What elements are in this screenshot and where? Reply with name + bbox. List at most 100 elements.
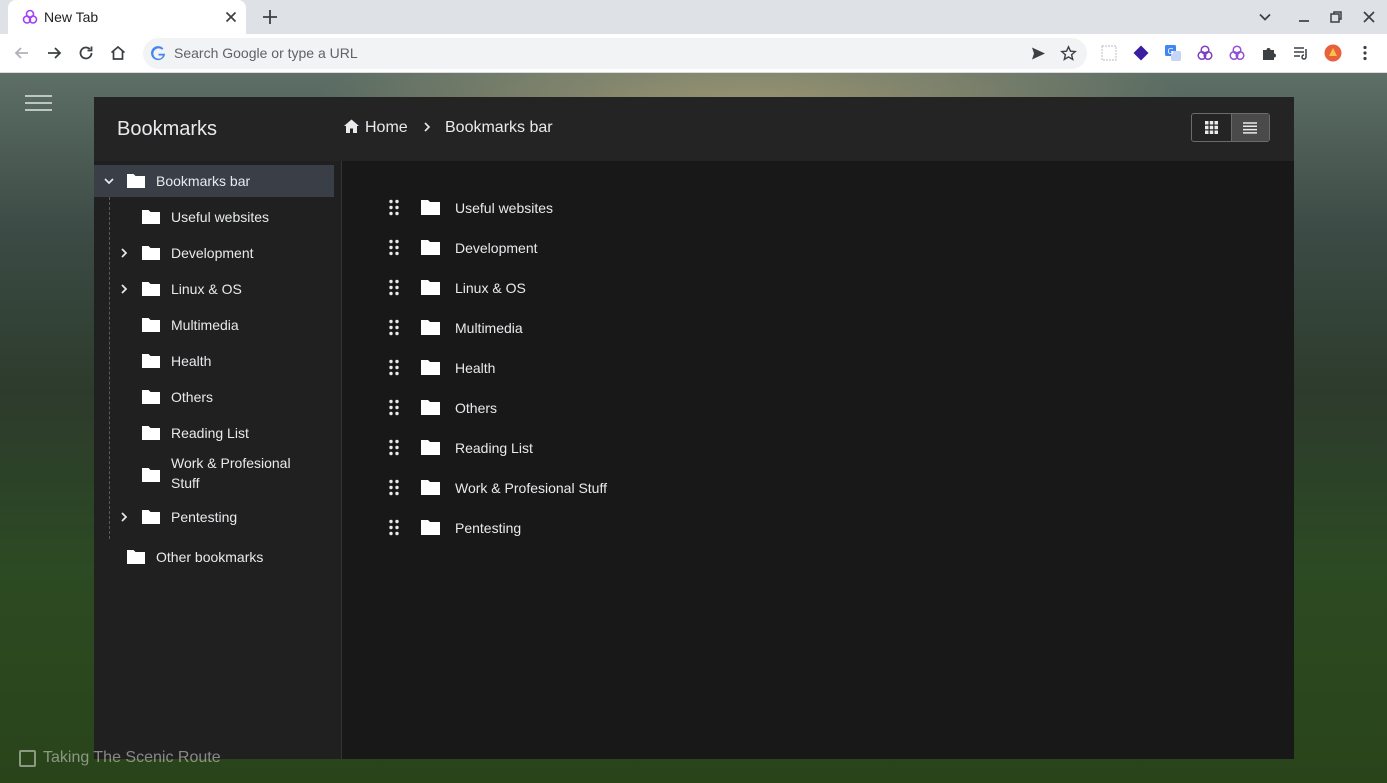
bookmark-tree: Bookmarks bar Useful websites Developmen… xyxy=(94,161,342,759)
chevron-down-icon[interactable] xyxy=(103,175,115,187)
tree-item-label: Health xyxy=(171,353,212,369)
extension-rings-icon[interactable] xyxy=(1196,44,1214,62)
grid-icon xyxy=(1204,121,1218,134)
tree-item-linux-os[interactable]: Linux & OS xyxy=(94,273,334,305)
panel-title: Bookmarks xyxy=(117,118,218,140)
drag-handle-icon[interactable] xyxy=(388,199,400,216)
folder-icon xyxy=(421,480,440,495)
list-item-multimedia[interactable]: Multimedia xyxy=(343,307,743,347)
list-item-work-profesional-stuff[interactable]: Work & Profesional Stuff xyxy=(343,467,743,507)
image-icon xyxy=(19,750,36,767)
photo-credit[interactable]: Taking The Scenic Route xyxy=(19,749,221,767)
folder-icon xyxy=(421,320,440,335)
tree-item-work-profesional-stuff[interactable]: Work & Profesional Stuff xyxy=(94,453,334,497)
drag-handle-icon[interactable] xyxy=(388,519,400,536)
tree-item-reading-list[interactable]: Reading List xyxy=(94,417,334,449)
drag-handle-icon[interactable] xyxy=(388,439,400,456)
avatar[interactable] xyxy=(1324,44,1342,62)
folder-icon xyxy=(142,354,160,368)
close-icon[interactable] xyxy=(222,8,240,26)
list-item-label: Work & Profesional Stuff xyxy=(455,480,607,496)
more-menu-icon[interactable] xyxy=(1356,44,1374,62)
folder-icon xyxy=(127,174,145,188)
window-close-icon[interactable] xyxy=(1360,8,1378,26)
tree-item-pentesting[interactable]: Pentesting xyxy=(94,501,334,533)
list-item-label: Development xyxy=(455,240,538,256)
list-item-linux-os[interactable]: Linux & OS xyxy=(343,267,743,307)
list-item-others[interactable]: Others xyxy=(343,387,743,427)
new-tab-plus-icon[interactable] xyxy=(260,7,280,27)
tab-new-tab[interactable]: New Tab xyxy=(8,0,246,34)
menu-icon[interactable] xyxy=(25,95,52,113)
list-view-button[interactable] xyxy=(1230,114,1269,141)
chevron-right-icon xyxy=(424,122,431,132)
panel-header: Bookmarks Home Bookmarks bar xyxy=(94,97,1294,161)
drag-handle-icon[interactable] xyxy=(388,399,400,416)
tree-item-bookmarks-bar[interactable]: Bookmarks bar xyxy=(94,165,334,197)
list-item-label: Pentesting xyxy=(455,520,522,536)
tree-item-label: Linux & OS xyxy=(171,281,242,297)
folder-icon xyxy=(142,426,160,440)
tab-title: New Tab xyxy=(44,9,99,25)
drag-handle-icon[interactable] xyxy=(388,279,400,296)
list-item-development[interactable]: Development xyxy=(343,227,743,267)
extensions-puzzle-icon[interactable] xyxy=(1260,44,1278,62)
tree-item-label: Bookmarks bar xyxy=(156,173,251,189)
chevron-down-icon[interactable] xyxy=(1256,8,1274,26)
tree-item-others[interactable]: Others xyxy=(94,381,334,413)
restore-icon[interactable] xyxy=(1327,8,1345,26)
chevron-right-icon[interactable] xyxy=(118,247,130,259)
list-item-pentesting[interactable]: Pentesting xyxy=(343,507,743,547)
tree-item-label: Pentesting xyxy=(171,509,238,525)
list-item-label: Linux & OS xyxy=(455,280,526,296)
tree-item-label: Others xyxy=(171,389,214,405)
tree-item-label: Stuff xyxy=(171,475,200,491)
breadcrumb-home[interactable]: Home xyxy=(365,119,408,137)
minimize-icon[interactable] xyxy=(1295,8,1313,26)
tree-item-other-bookmarks[interactable]: Other bookmarks xyxy=(94,541,334,573)
drag-handle-icon[interactable] xyxy=(388,319,400,336)
tree-item-useful-websites[interactable]: Useful websites xyxy=(94,201,334,233)
folder-icon xyxy=(142,246,160,260)
forward-icon[interactable] xyxy=(44,43,64,63)
tree-item-development[interactable]: Development xyxy=(94,237,334,269)
back-icon[interactable] xyxy=(12,43,32,63)
translate-icon[interactable]: G xyxy=(1164,44,1182,62)
reading-list-icon[interactable] xyxy=(1292,44,1310,62)
folder-icon xyxy=(421,360,440,375)
tree-item-label: Work & Profesional xyxy=(171,455,291,471)
drag-handle-icon[interactable] xyxy=(388,359,400,376)
tree-item-multimedia[interactable]: Multimedia xyxy=(94,309,334,341)
folder-icon xyxy=(142,510,160,524)
home-icon[interactable] xyxy=(108,43,128,63)
folder-icon xyxy=(142,210,160,224)
breadcrumb-current[interactable]: Bookmarks bar xyxy=(445,119,553,137)
reload-icon[interactable] xyxy=(76,43,96,63)
extension-cube-icon[interactable] xyxy=(1132,44,1150,62)
tree-item-label: Reading List xyxy=(171,425,249,441)
extension-rings-alt-icon[interactable] xyxy=(1228,44,1246,62)
list-item-reading-list[interactable]: Reading List xyxy=(343,427,743,467)
tree-item-label: Multimedia xyxy=(171,317,239,333)
drag-handle-icon[interactable] xyxy=(388,239,400,256)
bookmarks-panel: Bookmarks Home Bookmarks bar Bookmarks b… xyxy=(94,97,1294,759)
google-g-icon xyxy=(151,46,166,61)
bookmark-star-icon[interactable] xyxy=(1060,45,1077,62)
folder-icon xyxy=(421,440,440,455)
grid-view-button[interactable] xyxy=(1192,114,1231,141)
chevron-right-icon[interactable] xyxy=(118,511,130,523)
drag-handle-icon[interactable] xyxy=(388,479,400,496)
tree-item-label: Other bookmarks xyxy=(156,549,264,565)
omnibox[interactable]: Search Google or type a URL xyxy=(143,38,1087,69)
list-item-health[interactable]: Health xyxy=(343,347,743,387)
folder-icon xyxy=(421,200,440,215)
chevron-right-icon[interactable] xyxy=(118,283,130,295)
list-item-label: Health xyxy=(455,360,496,376)
send-tab-icon[interactable] xyxy=(1030,45,1047,62)
list-item-useful-websites[interactable]: Useful websites xyxy=(343,187,743,227)
home-icon[interactable] xyxy=(343,118,360,135)
folder-icon xyxy=(142,318,160,332)
extension-placeholder-icon[interactable] xyxy=(1100,44,1118,62)
folder-icon xyxy=(127,550,145,564)
tree-item-health[interactable]: Health xyxy=(94,345,334,377)
